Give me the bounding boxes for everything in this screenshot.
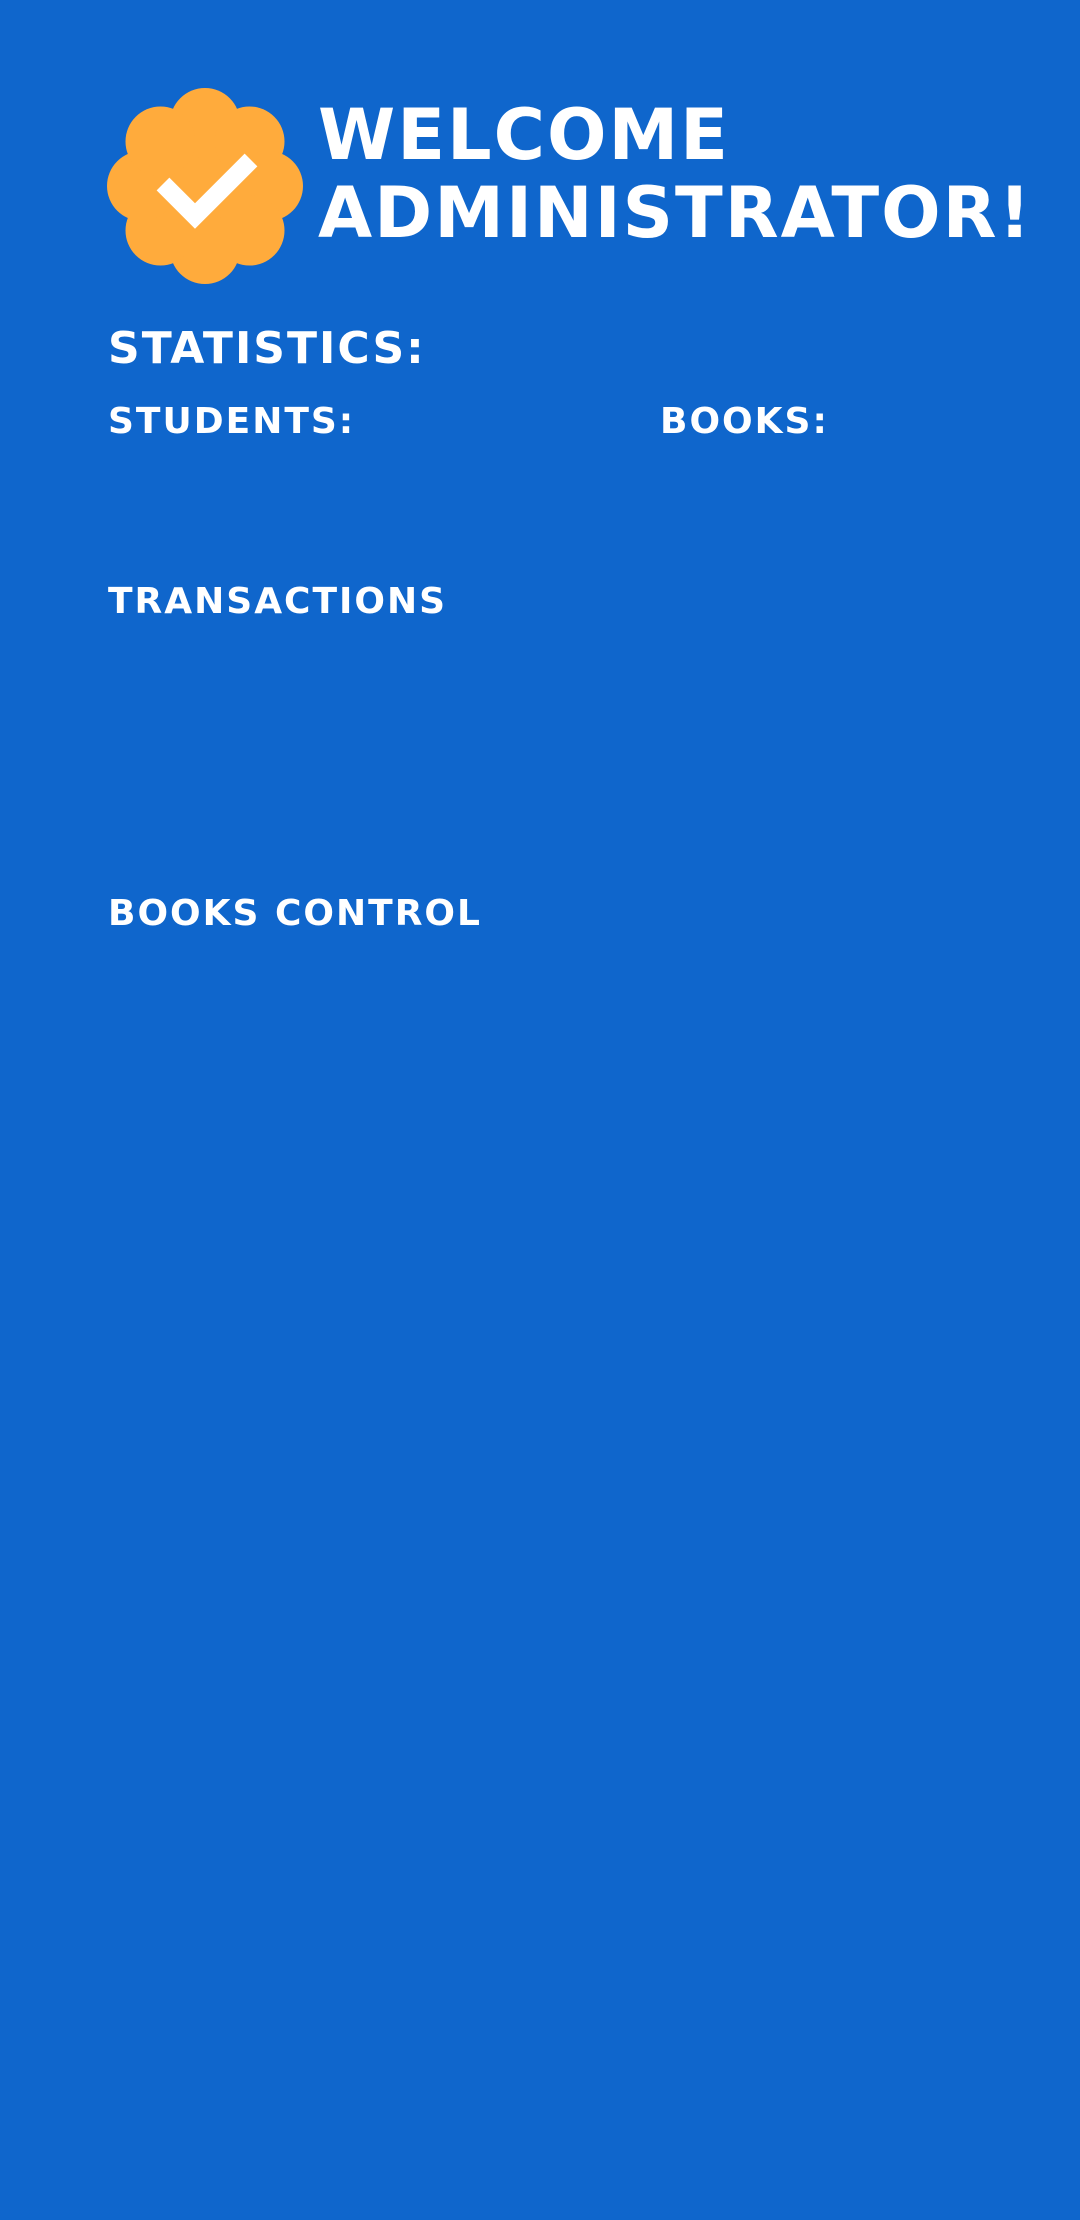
books-control-button[interactable]: BOOKS CONTROL xyxy=(108,894,482,934)
admin-dashboard-screen: WELCOME ADMINISTRATOR! STATISTICS: STUDE… xyxy=(0,0,1080,2220)
welcome-title-line1: WELCOME xyxy=(318,94,730,176)
verified-check-icon xyxy=(107,88,303,284)
welcome-title-line2: ADMINISTRATOR! xyxy=(318,172,1033,254)
statistics-heading: STATISTICS: xyxy=(108,323,426,374)
transactions-button[interactable]: TRANSACTIONS xyxy=(108,582,447,622)
badge-shape xyxy=(107,88,303,284)
books-stat-label: BOOKS: xyxy=(660,401,829,442)
students-stat-label: STUDENTS: xyxy=(108,401,356,442)
welcome-title: WELCOME ADMINISTRATOR! xyxy=(318,96,1033,252)
